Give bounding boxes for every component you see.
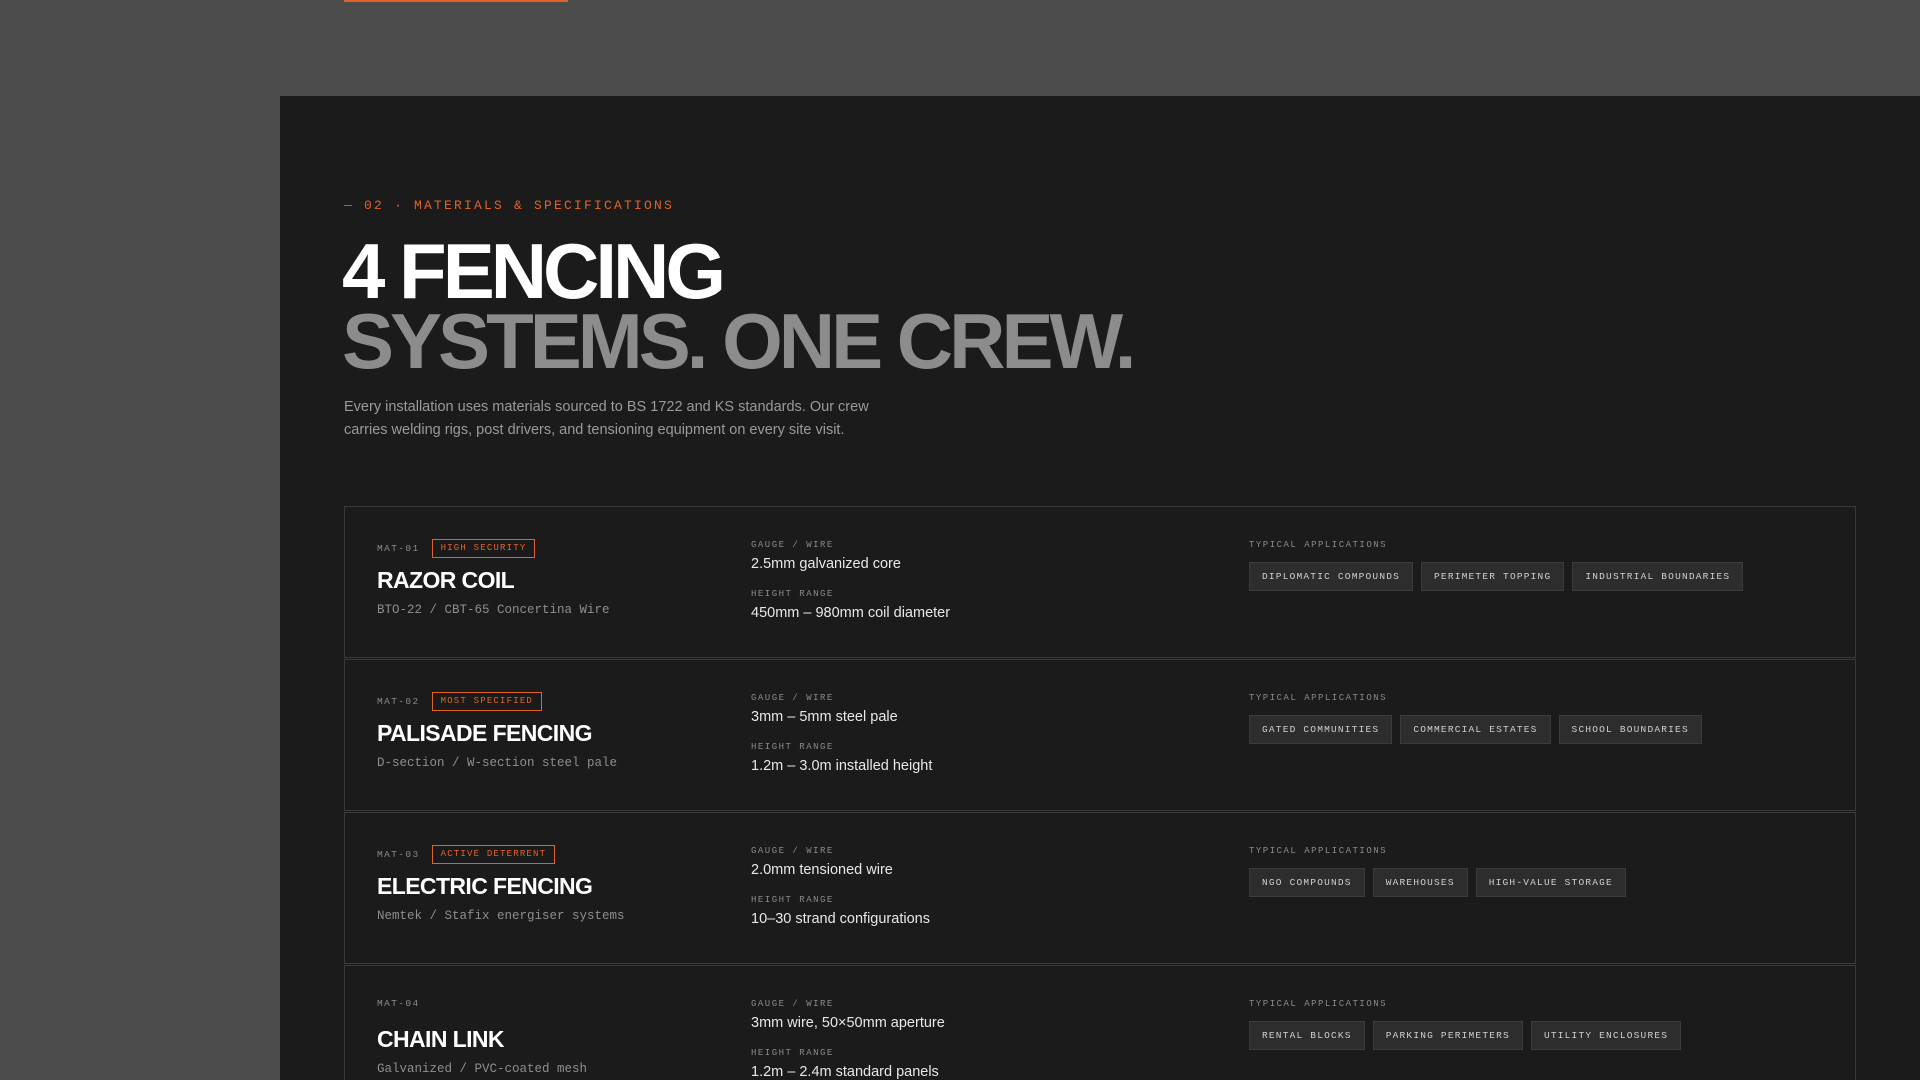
material-subtitle: D-section / W-section steel pale	[377, 756, 618, 770]
application-tag: HIGH-VALUE STORAGE	[1475, 868, 1626, 897]
gauge-label: GAUGE / WIRE	[751, 693, 834, 703]
materials-list: MAT-01 HIGH SECURITY RAZOR COIL BTO-22 /…	[344, 506, 1856, 1080]
gauge-value: 2.0mm tensioned wire	[751, 862, 893, 878]
material-subtitle: Galvanized / PVC-coated mesh	[377, 1062, 588, 1076]
section-headline: 4 FENCING SYSTEMS. ONE CREW.	[342, 227, 1136, 385]
application-tag: NGO COMPOUNDS	[1249, 868, 1365, 897]
height-spec: HEIGHT RANGE 1.2m – 3.0m installed heigh…	[751, 742, 932, 774]
application-tag: UTILITY ENCLOSURES	[1530, 1021, 1682, 1050]
gauge-value: 3mm – 5mm steel pale	[751, 709, 898, 725]
gauge-label: GAUGE / WIRE	[751, 999, 834, 1009]
application-tags: DIPLOMATIC COMPOUNDS PERIMETER TOPPING I…	[1249, 562, 1744, 591]
gauge-value: 2.5mm galvanized core	[751, 556, 901, 572]
applications: TYPICAL APPLICATIONS DIPLOMATIC COMPOUND…	[1249, 540, 1744, 591]
height-label: HEIGHT RANGE	[751, 895, 834, 905]
material-name: PALISADE FENCING	[377, 720, 592, 746]
material-name: ELECTRIC FENCING	[377, 873, 593, 899]
headline-line-1: 4 FENCING	[342, 227, 726, 315]
application-tag: COMMERCIAL ESTATES	[1400, 715, 1551, 744]
height-spec: HEIGHT RANGE 10–30 strand configurations	[751, 895, 930, 927]
top-accent-bar	[344, 0, 568, 2]
material-code-row: MAT-01 HIGH SECURITY	[377, 539, 536, 558]
height-label: HEIGHT RANGE	[751, 742, 834, 752]
materials-section: — 02 · MATERIALS & SPECIFICATIONS 4 FENC…	[280, 96, 1920, 1080]
material-card-electric-fencing: MAT-03 ACTIVE DETERRENT ELECTRIC FENCING…	[344, 812, 1856, 964]
applications: TYPICAL APPLICATIONS RENTAL BLOCKS PARKI…	[1249, 999, 1682, 1050]
material-code: MAT-01	[377, 543, 420, 554]
height-spec: HEIGHT RANGE 450mm – 980mm coil diameter	[751, 589, 950, 621]
application-tag: INDUSTRIAL BOUNDARIES	[1572, 562, 1744, 591]
gauge-spec: GAUGE / WIRE 2.0mm tensioned wire	[751, 846, 893, 878]
gauge-spec: GAUGE / WIRE 3mm wire, 50×50mm aperture	[751, 999, 945, 1031]
application-tag: WAREHOUSES	[1372, 868, 1468, 897]
material-subtitle: BTO-22 / CBT-65 Concertina Wire	[377, 603, 610, 617]
material-code: MAT-02	[377, 696, 420, 707]
height-value: 450mm – 980mm coil diameter	[751, 605, 951, 621]
applications: TYPICAL APPLICATIONS NGO COMPOUNDS WAREH…	[1249, 846, 1626, 897]
applications-label: TYPICAL APPLICATIONS	[1249, 540, 1388, 550]
section-intro: Every installation uses materials source…	[344, 399, 869, 438]
material-card-razor-coil: MAT-01 HIGH SECURITY RAZOR COIL BTO-22 /…	[344, 506, 1856, 658]
gauge-spec: GAUGE / WIRE 2.5mm galvanized core	[751, 540, 901, 572]
material-badge: MOST SPECIFIED	[431, 692, 543, 711]
application-tags: NGO COMPOUNDS WAREHOUSES HIGH-VALUE STOR…	[1249, 868, 1626, 897]
height-value: 10–30 strand configurations	[751, 911, 930, 927]
application-tag: GATED COMMUNITIES	[1249, 715, 1393, 744]
material-code: MAT-03	[377, 849, 420, 860]
applications-label: TYPICAL APPLICATIONS	[1249, 846, 1388, 856]
headline-line-2: SYSTEMS. ONE CREW.	[342, 297, 1136, 385]
gauge-value: 3mm wire, 50×50mm aperture	[751, 1015, 945, 1031]
applications-label: TYPICAL APPLICATIONS	[1249, 693, 1388, 703]
height-value: 1.2m – 3.0m installed height	[751, 758, 933, 774]
gauge-spec: GAUGE / WIRE 3mm – 5mm steel pale	[751, 693, 898, 725]
material-card-palisade-fencing: MAT-02 MOST SPECIFIED PALISADE FENCING D…	[344, 659, 1856, 811]
application-tag: DIPLOMATIC COMPOUNDS	[1249, 562, 1414, 591]
height-value: 1.2m – 2.4m standard panels	[751, 1064, 939, 1080]
application-tags: RENTAL BLOCKS PARKING PERIMETERS UTILITY…	[1249, 1021, 1682, 1050]
applications: TYPICAL APPLICATIONS GATED COMMUNITIES C…	[1249, 693, 1702, 744]
application-tag: PARKING PERIMETERS	[1372, 1021, 1523, 1050]
application-tags: GATED COMMUNITIES COMMERCIAL ESTATES SCH…	[1249, 715, 1702, 744]
height-spec: HEIGHT RANGE 1.2m – 2.4m standard panels	[751, 1048, 939, 1080]
application-tag: PERIMETER TOPPING	[1421, 562, 1565, 591]
height-label: HEIGHT RANGE	[751, 1048, 834, 1058]
height-label: HEIGHT RANGE	[751, 589, 834, 599]
material-subtitle: Nemtek / Stafix energiser systems	[377, 909, 625, 923]
application-tag: RENTAL BLOCKS	[1249, 1021, 1365, 1050]
gauge-label: GAUGE / WIRE	[751, 540, 834, 550]
material-name: RAZOR COIL	[377, 567, 515, 593]
material-code: MAT-04	[377, 998, 420, 1009]
material-badge: HIGH SECURITY	[431, 539, 536, 558]
material-code-row: MAT-03 ACTIVE DETERRENT	[377, 845, 556, 864]
application-tag: SCHOOL BOUNDARIES	[1558, 715, 1702, 744]
material-card-chain-link: MAT-04 CHAIN LINK Galvanized / PVC-coate…	[344, 965, 1856, 1080]
applications-label: TYPICAL APPLICATIONS	[1249, 999, 1388, 1009]
material-name: CHAIN LINK	[377, 1026, 504, 1052]
material-code-row: MAT-02 MOST SPECIFIED	[377, 692, 543, 711]
section-eyebrow: — 02 · MATERIALS & SPECIFICATIONS	[344, 198, 675, 213]
material-badge: ACTIVE DETERRENT	[431, 845, 556, 864]
material-code-row: MAT-04	[377, 998, 420, 1009]
gauge-label: GAUGE / WIRE	[751, 846, 834, 856]
